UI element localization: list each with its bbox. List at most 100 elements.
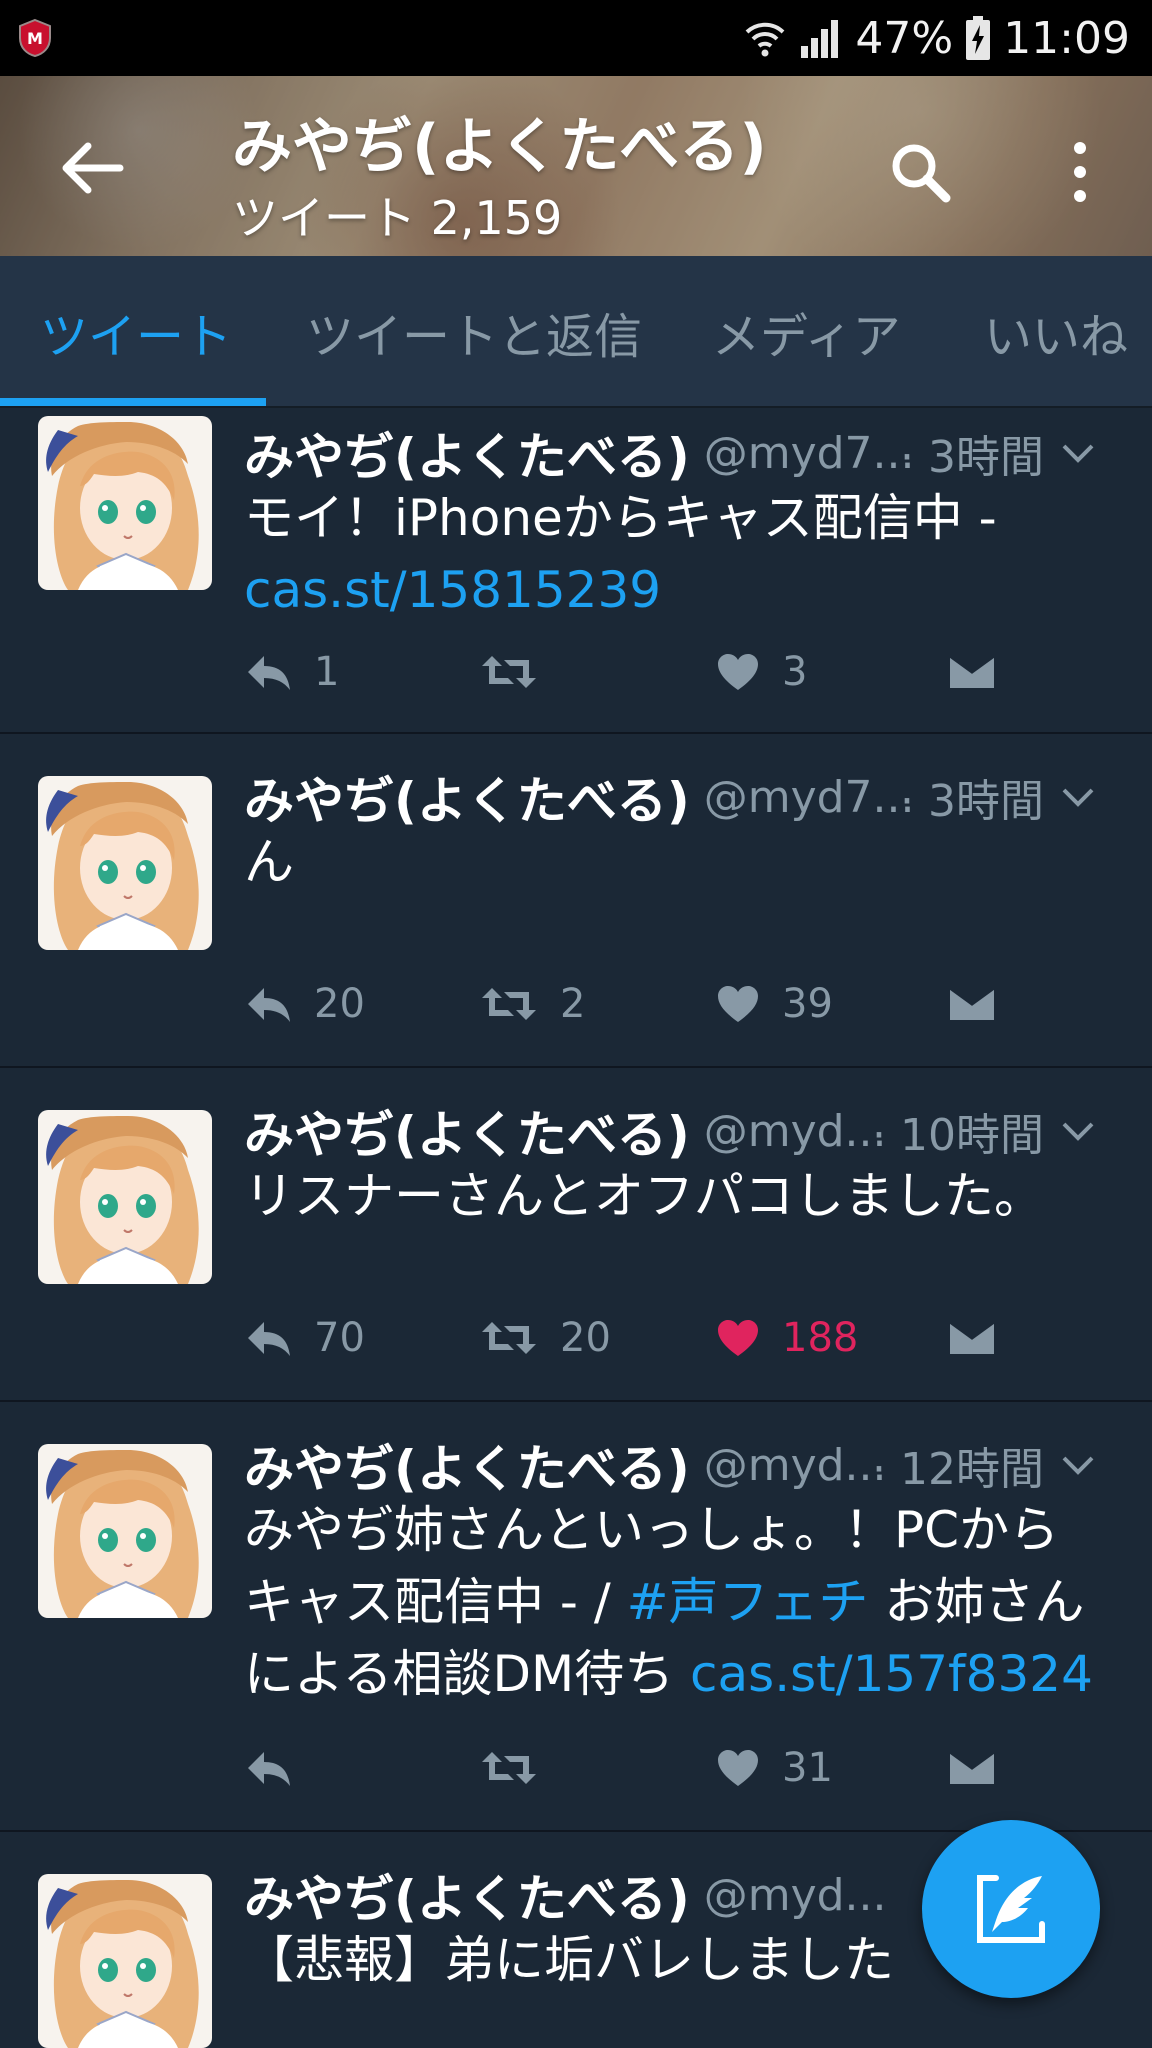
envelope-icon xyxy=(949,986,995,1020)
retweet-icon xyxy=(482,656,536,688)
timeline: みやぢ(よくたべる) @myd7... · 3時間 モイ！iPhoneからキャス… xyxy=(0,408,1152,2048)
tweet-header: みやぢ(よくたべる) @myd... · 10時間 xyxy=(244,1096,1124,1166)
search-icon[interactable] xyxy=(880,132,960,212)
reply-count: 1 xyxy=(314,649,340,695)
like-count: 31 xyxy=(782,1745,833,1791)
tweet-author-handle[interactable]: @myd... xyxy=(704,1870,887,1921)
tab-tweets-and-replies[interactable]: ツイートと返信 xyxy=(306,256,642,408)
reply-icon xyxy=(248,1752,290,1786)
clock: 11:09 xyxy=(1003,12,1130,64)
reply-button[interactable]: 70 xyxy=(244,1308,365,1368)
profile-tabs: ツイート ツイートと返信 メディア いいね xyxy=(0,256,1152,408)
retweet-button[interactable] xyxy=(480,1738,560,1798)
avatar[interactable] xyxy=(38,1110,212,1284)
heart-filled-icon xyxy=(718,1320,758,1356)
tab-likes[interactable]: いいね xyxy=(984,256,1128,408)
direct-message-button[interactable] xyxy=(948,642,996,702)
tweet-author-name[interactable]: みやぢ(よくたべる) xyxy=(244,1859,690,1931)
tweet-author-name[interactable]: みやぢ(よくたべる) xyxy=(244,417,690,489)
like-button[interactable]: 3 xyxy=(716,642,807,702)
envelope-icon xyxy=(949,1750,995,1784)
like-count: 3 xyxy=(782,649,808,695)
more-options-icon[interactable] xyxy=(1040,132,1120,212)
heart-icon xyxy=(718,654,758,690)
tweet-author-handle[interactable]: @myd... xyxy=(704,1106,887,1157)
compose-quill-icon xyxy=(977,1875,1045,1943)
battery-percent: 47% xyxy=(855,12,954,64)
profile-name: みやぢ(よくたべる) xyxy=(232,112,767,182)
like-count: 39 xyxy=(782,981,833,1027)
back-arrow-icon[interactable] xyxy=(52,128,132,208)
signal-icon xyxy=(801,20,839,58)
avatar[interactable] xyxy=(38,1444,212,1618)
tweet-card[interactable]: みやぢ(よくたべる) @myd... · 10時間 リスナーさんとオフパコしまし… xyxy=(0,1068,1152,1402)
status-bar: M 47% 11:09 xyxy=(0,0,1152,76)
avatar[interactable] xyxy=(38,416,212,590)
retweet-icon xyxy=(482,988,536,1020)
hashtag-link[interactable]: #声フェチ xyxy=(627,1573,869,1631)
reply-icon xyxy=(248,656,290,690)
chevron-down-icon[interactable] xyxy=(1056,774,1100,818)
retweet-count: 20 xyxy=(560,1315,611,1361)
retweet-count: 2 xyxy=(560,981,586,1027)
retweet-button[interactable]: 20 xyxy=(480,1308,611,1368)
tweet-author-handle[interactable]: @myd7... xyxy=(704,428,915,479)
tweet-header: みやぢ(よくたべる) @myd7... · 3時間 xyxy=(244,418,1124,488)
like-button[interactable]: 188 xyxy=(716,1308,858,1368)
tweet-card[interactable]: みやぢ(よくたべる) @myd7... · 3時間 ん 20 2 39 xyxy=(0,734,1152,1068)
tweet-author-handle[interactable]: @myd7... xyxy=(704,772,915,823)
tweet-author-handle[interactable]: @myd... xyxy=(704,1440,887,1491)
retweet-button[interactable] xyxy=(480,642,560,702)
tweet-text: リスナーさんとオフパコしました。 xyxy=(244,1167,1044,1225)
svg-text:M: M xyxy=(27,29,43,48)
reply-count: 20 xyxy=(314,981,365,1027)
tab-tweets[interactable]: ツイート xyxy=(40,256,232,408)
tweet-card[interactable]: みやぢ(よくたべる) @myd7... · 3時間 モイ！iPhoneからキャス… xyxy=(0,408,1152,734)
chevron-down-icon[interactable] xyxy=(1056,430,1100,474)
direct-message-button[interactable] xyxy=(948,974,996,1034)
retweet-icon xyxy=(482,1322,536,1354)
chevron-down-icon[interactable] xyxy=(1056,1442,1100,1486)
tweet-text: みやぢ姉さんといっしょ。！PCから キャス配信中 - / #声フェチ お姉さん … xyxy=(244,1501,1093,1703)
wifi-icon xyxy=(746,22,785,57)
reply-button[interactable]: 20 xyxy=(244,974,365,1034)
compose-tweet-button[interactable] xyxy=(922,1820,1100,1998)
tweet-author-name[interactable]: みやぢ(よくたべる) xyxy=(244,1429,690,1501)
like-button[interactable]: 39 xyxy=(716,974,833,1034)
retweet-icon xyxy=(482,1752,536,1784)
tweet-link[interactable]: cas.st/157f8324 xyxy=(690,1645,1093,1703)
envelope-icon xyxy=(949,654,995,688)
reply-icon xyxy=(248,1322,290,1356)
tweet-actions: 1 3 xyxy=(244,642,1024,702)
avatar[interactable] xyxy=(38,776,212,950)
tweet-header: みやぢ(よくたべる) @myd... · 12時間 xyxy=(244,1430,1124,1500)
envelope-icon xyxy=(949,1320,995,1354)
retweet-button[interactable]: 2 xyxy=(480,974,585,1034)
tweet-timestamp: · 10時間 xyxy=(872,1110,1044,1161)
direct-message-button[interactable] xyxy=(948,1738,996,1798)
tweet-text: モイ！iPhoneからキャス配信中 - cas.st/15815239 xyxy=(244,482,1124,626)
tweet-card[interactable]: みやぢ(よくたべる) @myd... · 12時間 みやぢ姉さんといっしょ。！P… xyxy=(0,1402,1152,1832)
tab-media[interactable]: メディア xyxy=(712,256,901,408)
tweet-actions: 70 20 188 xyxy=(244,1308,1024,1368)
reply-button[interactable] xyxy=(244,1738,314,1798)
direct-message-button[interactable] xyxy=(948,1308,996,1368)
mcafee-shield-icon: M xyxy=(19,18,51,58)
tweet-actions: 20 2 39 xyxy=(244,974,1024,1034)
profile-header: みやぢ(よくたべる) ツイート 2,159 xyxy=(0,76,1152,256)
tweet-timestamp: · 3時間 xyxy=(900,432,1044,483)
tweet-author-name[interactable]: みやぢ(よくたべる) xyxy=(244,761,690,833)
tweet-timestamp: · 3時間 xyxy=(900,776,1044,827)
like-count: 188 xyxy=(782,1315,859,1361)
reply-button[interactable]: 1 xyxy=(244,642,339,702)
like-button[interactable]: 31 xyxy=(716,1738,833,1798)
chevron-down-icon[interactable] xyxy=(1056,1108,1100,1152)
tweet-timestamp: · 12時間 xyxy=(872,1444,1044,1495)
reply-icon xyxy=(248,988,290,1022)
tweet-author-name[interactable]: みやぢ(よくたべる) xyxy=(244,1095,690,1167)
active-tab-indicator xyxy=(0,398,266,406)
heart-icon xyxy=(718,1750,758,1786)
tweet-link[interactable]: cas.st/15815239 xyxy=(244,554,1124,626)
battery-charging-icon xyxy=(966,16,991,60)
avatar[interactable] xyxy=(38,1874,212,2048)
